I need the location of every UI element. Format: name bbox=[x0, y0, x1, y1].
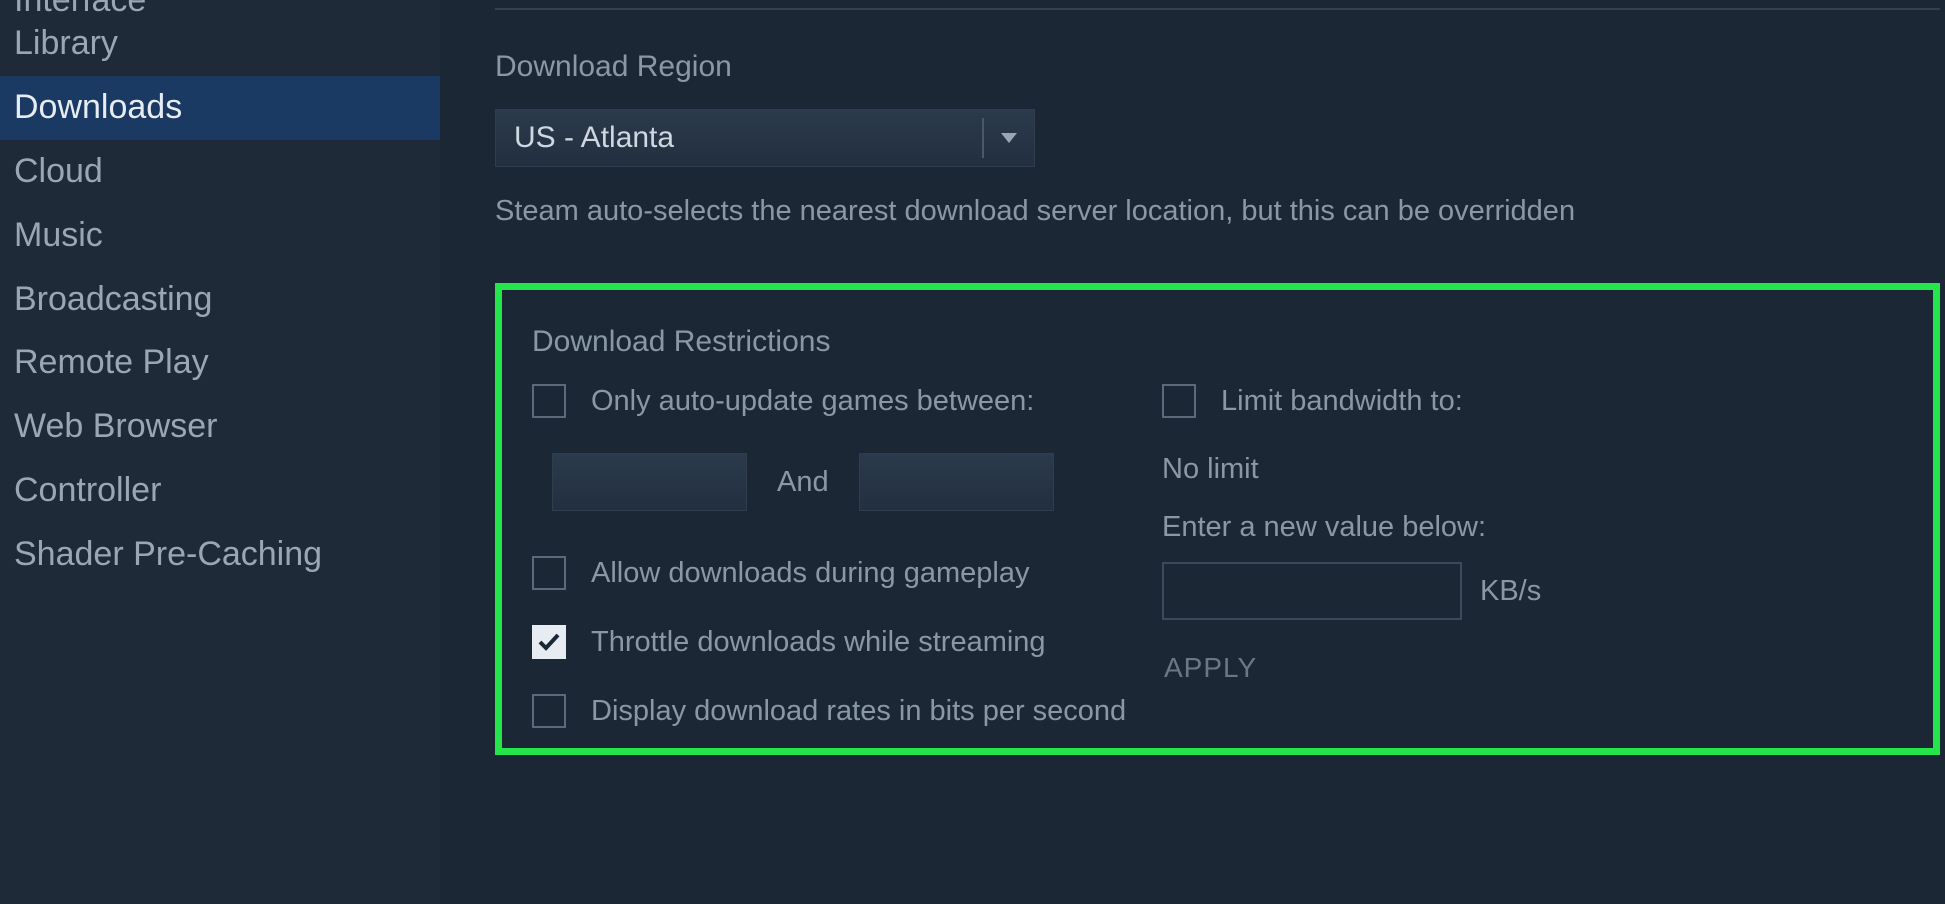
auto-update-time-range: And bbox=[552, 453, 1152, 511]
time-to-input[interactable] bbox=[859, 453, 1054, 511]
sidebar-item-label: Broadcasting bbox=[14, 280, 212, 318]
sidebar-item-music[interactable]: Music bbox=[0, 204, 440, 268]
restrictions-left-column: Only auto-update games between: And Allo… bbox=[532, 384, 1152, 733]
allow-during-gameplay-label: Allow downloads during gameplay bbox=[591, 557, 1029, 590]
apply-button[interactable]: APPLY bbox=[1162, 648, 1259, 688]
sidebar-item-label: Controller bbox=[14, 471, 161, 509]
sidebar-item-downloads[interactable]: Downloads bbox=[0, 76, 440, 140]
bandwidth-unit: KB/s bbox=[1480, 575, 1541, 608]
bandwidth-input[interactable] bbox=[1162, 562, 1462, 620]
bandwidth-status: No limit bbox=[1162, 453, 1913, 486]
download-region-help: Steam auto-selects the nearest download … bbox=[495, 195, 1940, 228]
restrictions-right-column: Limit bandwidth to: No limit Enter a new… bbox=[1152, 384, 1913, 733]
download-restrictions-section: Download Restrictions Only auto-update g… bbox=[495, 283, 1940, 755]
sidebar-item-label: Downloads bbox=[14, 88, 182, 126]
allow-during-gameplay-checkbox[interactable] bbox=[532, 556, 566, 590]
auto-update-row: Only auto-update games between: bbox=[532, 384, 1152, 418]
settings-window: Interface Library Downloads Cloud Music … bbox=[0, 0, 1945, 904]
download-region-value: US - Atlanta bbox=[496, 110, 982, 166]
settings-sidebar: Interface Library Downloads Cloud Music … bbox=[0, 0, 440, 904]
sidebar-item-remote-play[interactable]: Remote Play bbox=[0, 331, 440, 395]
sidebar-item-interface[interactable]: Interface bbox=[0, 0, 440, 12]
sidebar-item-library[interactable]: Library bbox=[0, 12, 440, 76]
display-bits-label: Display download rates in bits per secon… bbox=[591, 695, 1126, 728]
limit-bandwidth-checkbox[interactable] bbox=[1162, 384, 1196, 418]
sidebar-item-cloud[interactable]: Cloud bbox=[0, 140, 440, 204]
allow-during-gameplay-row: Allow downloads during gameplay bbox=[532, 556, 1152, 590]
sidebar-item-label: Cloud bbox=[14, 152, 103, 190]
throttle-streaming-checkbox[interactable] bbox=[532, 625, 566, 659]
sidebar-item-label: Library bbox=[14, 24, 118, 62]
throttle-streaming-label: Throttle downloads while streaming bbox=[591, 626, 1046, 659]
restrictions-columns: Only auto-update games between: And Allo… bbox=[532, 384, 1913, 733]
limit-bandwidth-label: Limit bandwidth to: bbox=[1221, 385, 1463, 418]
auto-update-label: Only auto-update games between: bbox=[591, 385, 1034, 418]
sidebar-item-label: Shader Pre-Caching bbox=[14, 535, 322, 573]
sidebar-item-label: Interface bbox=[14, 0, 146, 12]
download-restrictions-title: Download Restrictions bbox=[532, 325, 1913, 359]
and-label: And bbox=[777, 466, 829, 499]
time-from-input[interactable] bbox=[552, 453, 747, 511]
throttle-streaming-row: Throttle downloads while streaming bbox=[532, 625, 1152, 659]
sidebar-item-label: Remote Play bbox=[14, 343, 209, 381]
display-bits-checkbox[interactable] bbox=[532, 694, 566, 728]
sidebar-item-shader-pre-caching[interactable]: Shader Pre-Caching bbox=[0, 523, 440, 587]
display-bits-row: Display download rates in bits per secon… bbox=[532, 694, 1152, 728]
settings-main: Download Region US - Atlanta Steam auto-… bbox=[440, 0, 1945, 904]
sidebar-item-label: Web Browser bbox=[14, 407, 217, 445]
chevron-down-icon bbox=[984, 110, 1034, 166]
download-region-title: Download Region bbox=[495, 50, 1940, 84]
limit-bandwidth-row: Limit bandwidth to: bbox=[1162, 384, 1913, 418]
section-divider bbox=[495, 8, 1940, 10]
sidebar-item-controller[interactable]: Controller bbox=[0, 459, 440, 523]
sidebar-item-web-browser[interactable]: Web Browser bbox=[0, 395, 440, 459]
sidebar-item-label: Music bbox=[14, 216, 103, 254]
download-region-select[interactable]: US - Atlanta bbox=[495, 109, 1035, 167]
bandwidth-prompt: Enter a new value below: bbox=[1162, 511, 1913, 544]
sidebar-item-broadcasting[interactable]: Broadcasting bbox=[0, 268, 440, 332]
auto-update-checkbox[interactable] bbox=[532, 384, 566, 418]
bandwidth-input-row: KB/s bbox=[1162, 562, 1913, 620]
